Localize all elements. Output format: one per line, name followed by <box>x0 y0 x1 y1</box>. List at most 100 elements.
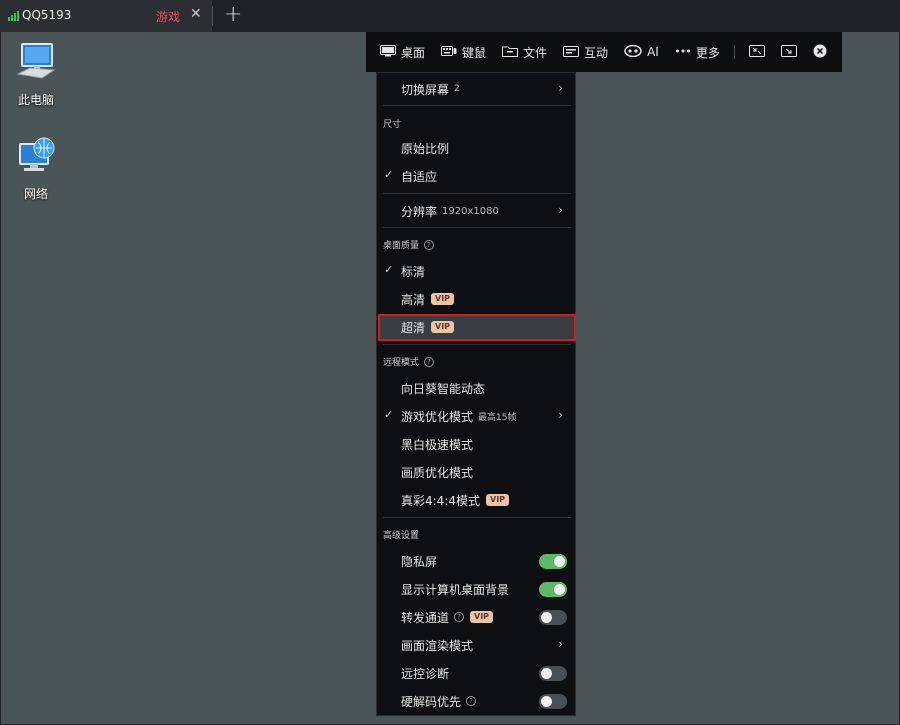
menu-item-relay[interactable]: 转发通道 ? VIP <box>377 603 575 631</box>
menu-item-label: 转发通道 <box>401 610 450 625</box>
menu-item-label: 自适应 <box>401 169 438 184</box>
toolbar-more-label: 更多 <box>695 45 720 60</box>
vip-badge: VIP <box>486 494 510 506</box>
more-icon <box>675 45 691 60</box>
menu-item-label: 切换屏幕 <box>401 82 450 97</box>
menu-item-label: 画质优化模式 <box>401 465 474 480</box>
toolbar-ai-button[interactable]: AI <box>616 32 667 72</box>
close-icon <box>813 44 827 61</box>
menu-item-show-background[interactable]: 显示计算机桌面背景 <box>377 575 575 603</box>
shrink-button[interactable] <box>741 32 773 72</box>
vip-badge: VIP <box>470 611 494 623</box>
section-header-quality: 桌面质量 ? <box>383 238 435 251</box>
network-icon <box>19 137 55 171</box>
chevron-right-icon: › <box>558 637 563 651</box>
add-tab-button[interactable]: + <box>224 2 242 27</box>
toolbar-more-button[interactable]: 更多 <box>667 32 728 72</box>
desktop-icon-this-pc[interactable]: 此电脑 <box>8 40 64 108</box>
menu-item-switch-screen[interactable]: 切换屏幕 2 › <box>377 75 575 103</box>
fit-window-icon <box>780 44 797 60</box>
tab-bar: QQ5193 游戏 ✕ + <box>0 0 900 32</box>
show-background-toggle[interactable] <box>539 582 567 597</box>
session-tab[interactable]: QQ5193 游戏 ✕ <box>0 0 212 32</box>
menu-item-resolution[interactable]: 分辨率 1920x1080 › <box>377 197 575 225</box>
toolbar-interact-button[interactable]: 互动 <box>555 32 616 72</box>
vip-badge: VIP <box>431 321 455 333</box>
game-badge[interactable]: 游戏 <box>156 8 180 25</box>
menu-item-label: 高清 <box>401 292 426 307</box>
menu-item-label: 超清 <box>401 320 426 335</box>
diagnose-toggle[interactable] <box>539 666 567 681</box>
menu-item-mode-bw[interactable]: 黑白极速模式 <box>377 430 575 458</box>
hw-decode-toggle[interactable] <box>539 694 567 709</box>
menu-item-mode-game[interactable]: ✓ 游戏优化模式 最高15帧 › <box>377 402 575 430</box>
check-icon: ✓ <box>384 263 394 276</box>
desktop-icon-label: 网络 <box>23 187 48 201</box>
screen-count: 2 <box>454 84 460 94</box>
menu-item-render-mode[interactable]: 画面渲染模式 › <box>377 631 575 659</box>
menu-item-quality-sd[interactable]: ✓ 标清 <box>377 257 575 285</box>
toolbar-keyboard-mouse-label: 键鼠 <box>462 45 487 60</box>
section-header-remote-mode: 远程模式 ? <box>383 355 435 368</box>
desktop-icon <box>380 44 396 60</box>
help-icon[interactable]: ? <box>466 696 477 706</box>
fit-window-button[interactable] <box>773 32 805 72</box>
toolbar-desktop-button[interactable]: 桌面 <box>366 32 433 72</box>
menu-item-label: 标清 <box>401 264 426 279</box>
menu-divider <box>383 105 571 106</box>
menu-item-quality-hd[interactable]: 高清 VIP <box>377 285 575 313</box>
vip-badge: VIP <box>431 293 455 305</box>
menu-item-label: 原始比例 <box>401 141 450 156</box>
privacy-toggle[interactable] <box>539 554 567 569</box>
menu-item-mode-smart[interactable]: 向日葵智能动态 <box>377 374 575 402</box>
shrink-icon <box>748 44 765 60</box>
menu-item-mode-quality[interactable]: 画质优化模式 <box>377 458 575 486</box>
help-icon[interactable]: ? <box>424 239 435 250</box>
menu-divider <box>383 517 571 518</box>
chevron-right-icon: › <box>558 408 563 422</box>
desktop-icon-label: 此电脑 <box>17 93 54 107</box>
menu-divider <box>383 227 571 228</box>
menu-divider <box>383 193 571 194</box>
file-icon <box>502 45 519 60</box>
menu-item-label: 画面渲染模式 <box>401 638 474 653</box>
menu-item-label: 分辨率 <box>401 204 438 219</box>
check-icon: ✓ <box>384 168 394 181</box>
tab-close-icon[interactable]: ✕ <box>190 6 202 22</box>
toolbar-file-label: 文件 <box>523 45 548 60</box>
relay-toggle[interactable] <box>539 610 567 625</box>
menu-item-diagnose[interactable]: 远控诊断 <box>377 659 575 687</box>
toolbar-ai-label: AI <box>647 45 659 59</box>
section-header-size: 尺寸 <box>383 120 402 130</box>
menu-item-label: 远控诊断 <box>401 666 450 681</box>
menu-item-hw-decode[interactable]: 硬解码优先 ? <box>377 687 575 715</box>
resolution-value: 1920x1080 <box>442 205 499 217</box>
section-header-advanced: 高级设置 <box>383 531 420 541</box>
menu-item-original-ratio[interactable]: 原始比例 <box>377 134 575 162</box>
menu-item-mode-truecolor[interactable]: 真彩4:4:4模式 VIP <box>377 486 575 514</box>
help-icon[interactable]: ? <box>424 356 435 367</box>
menu-item-label: 游戏优化模式 <box>401 409 474 424</box>
tab-divider <box>212 6 213 26</box>
ai-icon <box>624 44 642 60</box>
chevron-right-icon: › <box>558 81 563 95</box>
menu-item-quality-uhd[interactable]: 超清 VIP <box>377 313 575 341</box>
toolbar-file-button[interactable]: 文件 <box>494 32 555 72</box>
signal-icon <box>8 11 20 21</box>
help-icon[interactable]: ? <box>454 612 465 622</box>
toolbar-keyboard-mouse-button[interactable]: 键鼠 <box>433 32 494 72</box>
fps-note: 最高15帧 <box>478 412 517 423</box>
toolbar-close-button[interactable] <box>805 32 835 72</box>
toolbar-divider <box>733 45 735 59</box>
chevron-right-icon: › <box>558 203 563 217</box>
desktop-icon-network[interactable]: 网络 <box>8 134 64 202</box>
keyboard-mouse-icon <box>441 45 457 60</box>
menu-item-auto-fit[interactable]: ✓ 自适应 <box>377 162 575 190</box>
menu-item-label: 硬解码优先 <box>401 694 462 709</box>
menu-item-privacy[interactable]: 隐私屏 <box>377 547 575 575</box>
menu-item-label: 隐私屏 <box>401 554 438 569</box>
toolbar-desktop-label: 桌面 <box>401 45 426 60</box>
menu-divider <box>383 344 571 345</box>
check-icon: ✓ <box>384 408 394 421</box>
toolbar-interact-label: 互动 <box>584 45 609 60</box>
